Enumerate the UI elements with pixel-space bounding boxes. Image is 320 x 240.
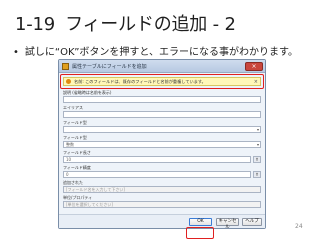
slide-title: 1-19 フィールドの追加 - 2 (15, 10, 236, 36)
instruction-text: 試しに“OK”ボタンを押すと、エラーになる事がわかります。 (24, 47, 298, 58)
slide-title-text: フィールドの追加 - 2 (65, 14, 236, 35)
app-icon (62, 62, 69, 70)
slide-number: 1-19 (15, 14, 56, 35)
dialog-title: 属性テーブルにフィールドを追加 (72, 63, 147, 70)
unit-field[interactable]: [単位を選択してください] (63, 201, 261, 208)
ok-button[interactable]: OK (189, 218, 212, 226)
dialog-footer: OK キャンセル ヘルプ (59, 214, 265, 230)
instruction-bullet: • 試しに“OK”ボタンを押すと、エラーになる事がわかります。 (13, 43, 298, 58)
description-field[interactable] (63, 96, 261, 103)
warning-highlight-box (60, 74, 264, 89)
alias-field[interactable] (63, 111, 261, 118)
dialog-titlebar: 属性テーブルにフィールドを追加 × (59, 60, 265, 73)
length-field[interactable]: 10 (63, 156, 251, 163)
precision-field[interactable]: 0 (63, 171, 251, 178)
type-select[interactable] (63, 126, 261, 133)
precision-stepper[interactable]: ▴ ▾ (253, 171, 261, 178)
ok-highlight-box (186, 227, 214, 239)
cancel-button[interactable]: キャンセル (216, 218, 239, 230)
page-number: 24 (295, 223, 303, 230)
length-stepper[interactable]: ▴ ▾ (253, 156, 261, 163)
added-field[interactable]: [フィールド名を入力して下さい] (63, 186, 261, 193)
close-button[interactable]: × (245, 61, 263, 71)
help-button[interactable]: ヘルプ (242, 218, 262, 226)
subtype-select[interactable]: 整数 (63, 141, 261, 148)
add-field-dialog: 属性テーブルにフィールドを追加 × 名前: このフィールドは、既存のフィールドと… (58, 59, 266, 230)
bullet-icon: • (13, 47, 19, 58)
